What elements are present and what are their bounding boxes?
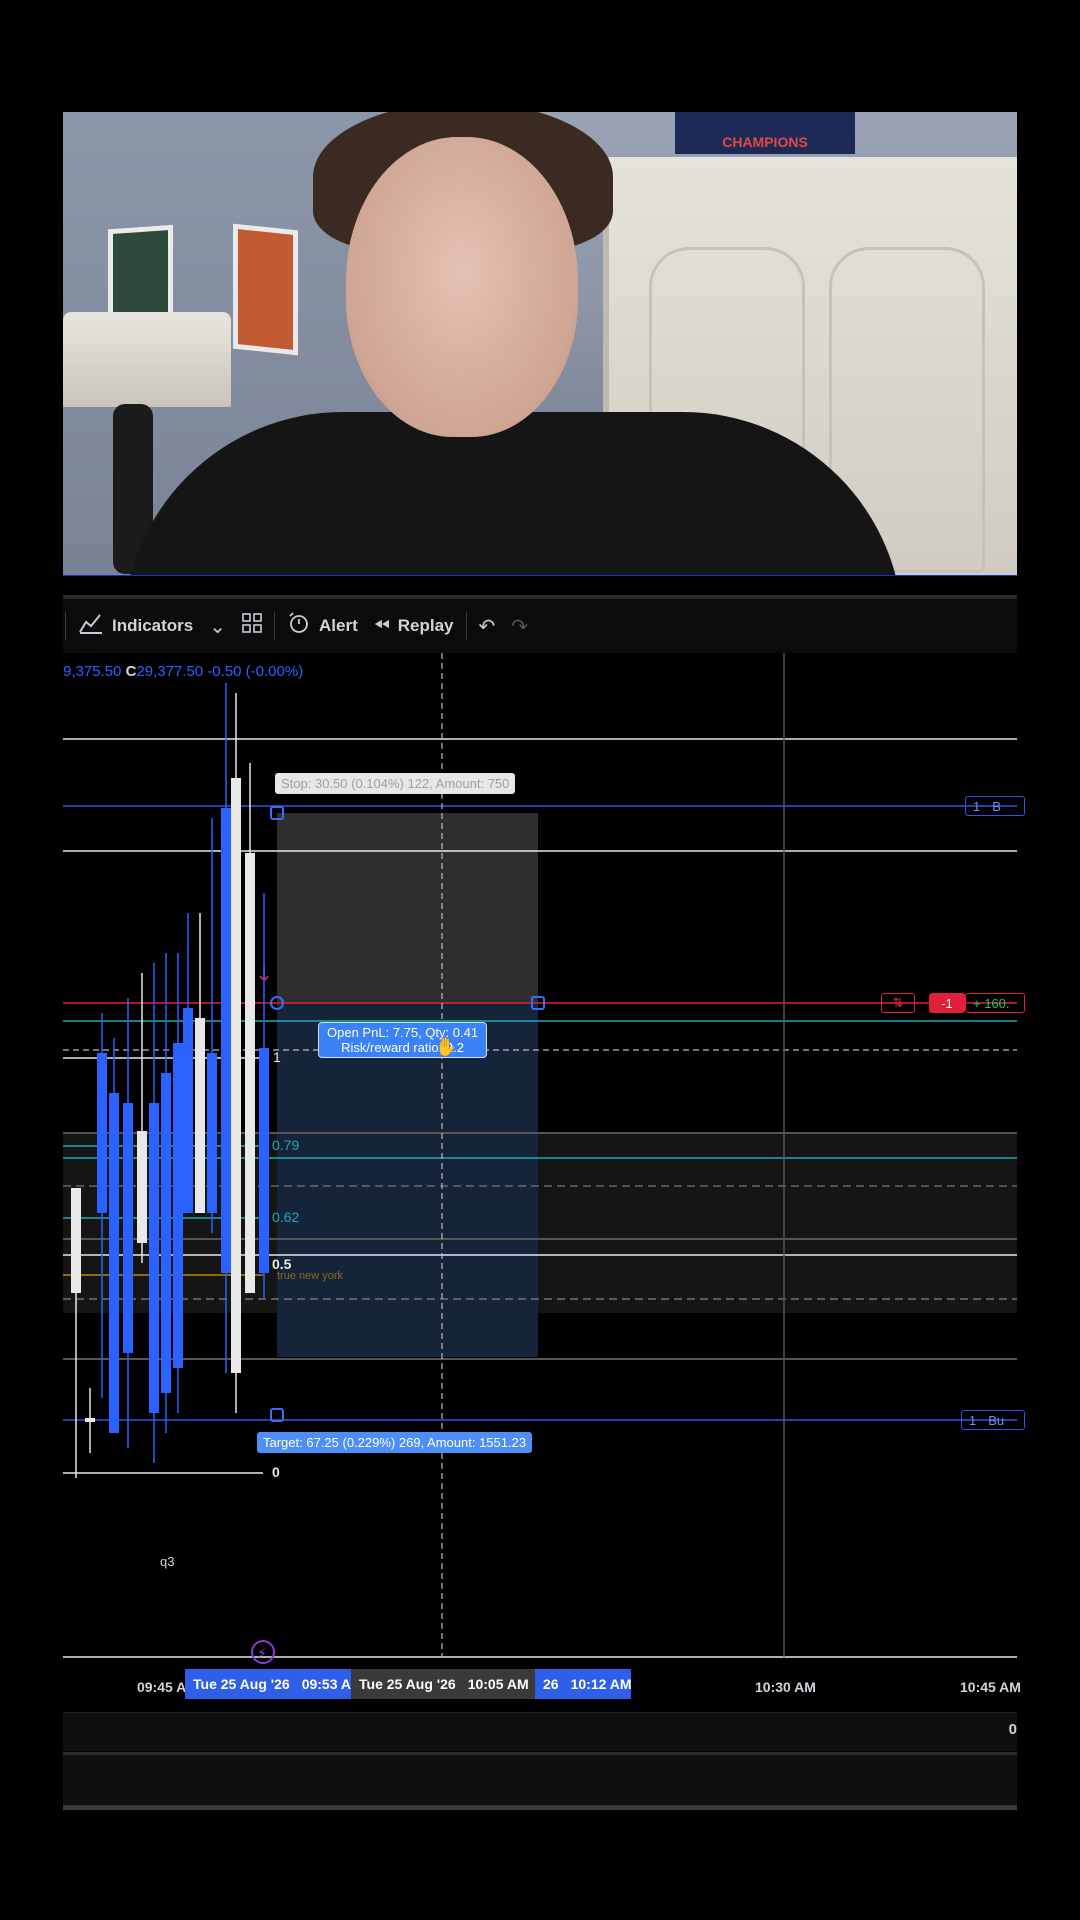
time-pill-right-time: 10:12 AM	[570, 1676, 632, 1692]
bottom-panel-2	[63, 1752, 1017, 1810]
svg-text:⚡: ⚡	[257, 1646, 267, 1662]
candle-body	[71, 1188, 81, 1293]
order-pill-top[interactable]: 1 B	[965, 796, 1025, 816]
reverse-icon: ⇅	[892, 995, 904, 1010]
order-bottom-side: Bu	[988, 1412, 1005, 1428]
time-pill-left: Tue 25 Aug '26 09:53 A	[185, 1669, 353, 1699]
position-qty[interactable]: -1	[929, 993, 965, 1013]
wall-poster: CHAMPIONS	[675, 112, 855, 154]
video-frame: CHAMPIONS Indicators ⌄ Alert ⏪︎ Replay ↶…	[63, 0, 1025, 1920]
time-label-3: 10:45 AM	[960, 1679, 1021, 1695]
time-label-1: 09:45 A	[137, 1679, 187, 1695]
candle-body	[137, 1131, 147, 1243]
order-pill-bottom[interactable]: 1 Bu	[961, 1410, 1025, 1430]
candle-body	[149, 1103, 159, 1413]
candle-body	[195, 1018, 205, 1213]
ohlc-readout: 9,375.50 C29,377.50 -0.50 (-0.00%)	[63, 663, 303, 680]
cursor-icon: ✋	[435, 1037, 458, 1057]
stop-zone	[277, 813, 538, 1003]
position-pnl-value: + 160.	[973, 995, 1010, 1011]
candle-body	[245, 853, 255, 1293]
position-pnl[interactable]: + 160.	[965, 993, 1025, 1013]
fib-label-0: 0	[272, 1464, 280, 1480]
fib-label-079: 0.79	[272, 1137, 300, 1153]
redo-icon: ↷	[511, 615, 529, 638]
pnl-box[interactable]: Open PnL: 7.75, Qty: 0.41 Risk/reward ra…	[318, 1022, 488, 1058]
alert-button[interactable]: Alert	[279, 606, 366, 646]
close-value: 29,377.50	[136, 663, 204, 680]
webcam-feed: CHAMPIONS	[63, 112, 1017, 576]
change-value: -0.50 (-0.00%)	[207, 663, 304, 680]
candle-body	[161, 1073, 171, 1393]
bottom-panel: 0	[63, 1712, 1017, 1751]
rewind-icon: ⏪︎	[373, 614, 390, 637]
replay-label: Replay	[397, 616, 454, 635]
reverse-button[interactable]: ⇅	[881, 993, 915, 1013]
redo-button[interactable]: ↷	[503, 606, 536, 646]
person-face	[346, 137, 578, 437]
chart-toolbar: Indicators ⌄ Alert ⏪︎ Replay ↶ ↷	[63, 595, 1017, 653]
candle-body	[85, 1418, 95, 1422]
candle-body	[183, 1008, 193, 1213]
time-pill-crosshair: Tue 25 Aug '26 10:05 AM	[351, 1669, 535, 1699]
candle-body	[97, 1053, 107, 1213]
replay-button[interactable]: ⏪︎ Replay	[366, 606, 462, 646]
stop-label[interactable]: Stop: 30.50 (0.104%) 122, Amount: 750	[275, 773, 516, 794]
chevron-down-icon: ⌄	[209, 615, 227, 638]
webcam-border-bar	[63, 575, 1017, 576]
position-qty-value: -1	[941, 995, 953, 1011]
close-label: C	[125, 663, 137, 680]
gray-zone	[63, 1133, 1017, 1313]
fib-label-1: 1	[273, 1049, 281, 1065]
alarm-clock-icon	[287, 611, 311, 641]
alert-label: Alert	[319, 616, 358, 635]
bottom-panel-text: 0	[1008, 1721, 1017, 1738]
order-top-qty: 1	[973, 798, 981, 814]
session-label: true new york	[277, 1270, 344, 1282]
layouts-button[interactable]	[234, 606, 270, 646]
undo-button[interactable]: ↶	[471, 606, 504, 646]
candle-body	[221, 808, 231, 1273]
time-pill-left-date: Tue 25 Aug '26	[193, 1676, 290, 1692]
time-label-2: 10:30 AM	[755, 1679, 816, 1695]
candle-body	[173, 1043, 183, 1368]
candle-body	[109, 1093, 119, 1433]
time-pill-mid-date: Tue 25 Aug '26	[359, 1676, 456, 1692]
target-label[interactable]: Target: 67.25 (0.229%) 269, Amount: 1551…	[257, 1432, 533, 1453]
handle-bottom	[270, 1408, 284, 1422]
time-pill-mid-time: 10:05 AM	[467, 1676, 529, 1692]
q-label: q3	[160, 1554, 175, 1569]
wall-art-right	[233, 223, 298, 356]
fib-label-062: 0.62	[272, 1209, 300, 1225]
candle-body	[123, 1103, 133, 1353]
chart-canvas[interactable]: ↓ ⚡	[63, 653, 1017, 1712]
candle-body	[259, 1048, 269, 1273]
grid-icon	[242, 613, 262, 639]
indicators-label: Indicators	[112, 616, 194, 635]
indicators-button[interactable]: Indicators	[70, 606, 201, 646]
indicators-icon	[78, 612, 104, 640]
order-top-side: B	[992, 798, 1001, 814]
time-pill-right-prefix: 26	[543, 1676, 559, 1692]
candle-body	[231, 778, 241, 1373]
price-chart[interactable]: ↓ ⚡ 9,375.50 C29,377.50 -0.50 (-0.00%) S…	[63, 653, 1025, 1712]
ohlc-prefix: 9,375.50	[63, 663, 122, 680]
time-pill-right: 26 10:12 AM	[535, 1669, 632, 1699]
indicators-dropdown[interactable]: ⌄	[201, 606, 234, 646]
order-bottom-qty: 1	[969, 1412, 977, 1428]
undo-icon: ↶	[478, 615, 496, 638]
candle-body	[207, 1053, 217, 1213]
lamp-shade	[63, 312, 231, 407]
time-pill-left-time: 09:53 A	[301, 1676, 351, 1692]
